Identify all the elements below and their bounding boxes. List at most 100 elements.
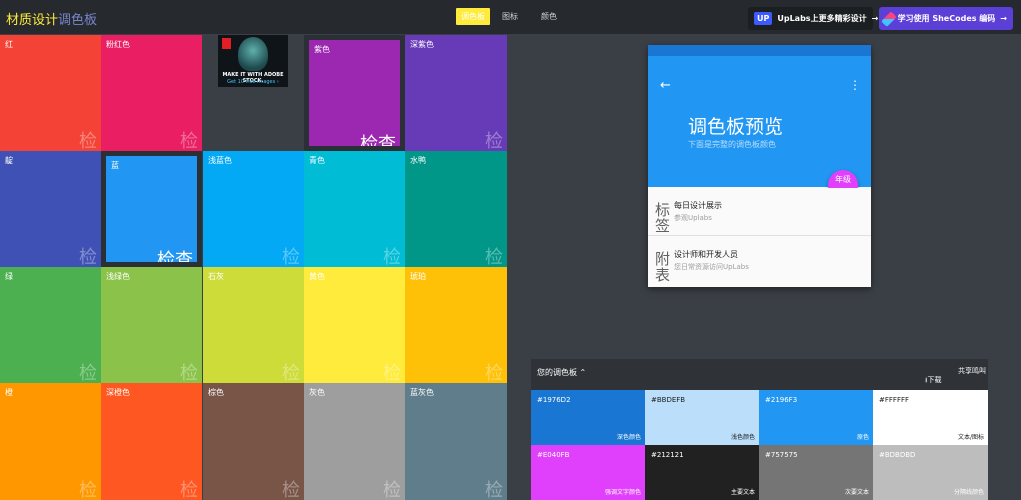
palette-swatch[interactable]: #757575 次要文本 — [759, 445, 873, 500]
color-tile[interactable]: 绿检 — [0, 267, 101, 383]
color-tile[interactable]: 石灰检 — [203, 267, 304, 383]
color-tile[interactable]: 灰色检 — [304, 383, 405, 500]
app-logo[interactable]: 材质设计调色板 — [6, 9, 97, 28]
swatch-hex: #212121 — [651, 451, 684, 459]
check-label: 检 — [180, 480, 198, 500]
palette-title-toggle[interactable]: 您的调色板 ⌃ — [537, 367, 586, 378]
color-tile[interactable]: 青色检 — [304, 151, 405, 267]
palette-swatch[interactable]: #E040FB 强调文字颜色 — [531, 445, 645, 500]
color-tile-label: 深紫色 — [410, 40, 434, 49]
download-label: 下载 — [927, 376, 942, 384]
color-tile-label: 粉红色 — [106, 40, 130, 49]
check-label: 检 — [485, 480, 503, 500]
back-arrow-icon: ← — [660, 78, 671, 93]
ad-portrait-image — [238, 37, 268, 71]
logo-part1: 材质设计 — [6, 13, 59, 28]
color-tile[interactable]: 浅绿色检 — [101, 267, 202, 383]
adobe-stock-ad[interactable]: MAKE IT WITH ADOBE STOCK. Get 10 free im… — [218, 35, 288, 87]
label-icon: 标签 — [655, 201, 671, 235]
list-item-title: 设计师和开发人员 — [674, 250, 738, 259]
color-tile[interactable]: 黄色检 — [304, 267, 405, 383]
palette-swatch[interactable]: #1976D2 深色颜色 — [531, 390, 645, 445]
nav-icons[interactable]: 图标 — [502, 11, 518, 22]
nav-colors[interactable]: 颜色 — [541, 11, 557, 22]
color-tile[interactable]: 棕色检 — [203, 383, 304, 500]
shecodes-promo-button[interactable]: 学习使用 SheCodes 编码 → — [879, 7, 1013, 30]
palette-swatch[interactable]: #212121 主要文本 — [645, 445, 759, 500]
palette-swatch[interactable]: #BBDEFB 浅色颜色 — [645, 390, 759, 445]
palette-panel-header: 您的调色板 ⌃ ⭳下载 共享鸣叫 — [531, 359, 988, 390]
nav-palette[interactable]: 调色板 — [456, 8, 490, 25]
check-label: 检 — [485, 247, 503, 267]
color-tile[interactable]: 蓝灰色检 — [405, 383, 507, 500]
color-tile[interactable]: 琥珀检 — [405, 267, 507, 383]
uplabs-promo-button[interactable]: UP UpLabs上更多精彩设计 → — [748, 7, 878, 30]
color-tile-label: 蓝 — [111, 161, 119, 170]
download-button[interactable]: ⭳下载 — [925, 375, 941, 387]
color-tile-label: 蓝灰色 — [410, 388, 434, 397]
color-tile-label: 黄色 — [309, 272, 325, 281]
adobe-logo-icon — [222, 38, 231, 49]
color-tile[interactable]: 水鸭检 — [405, 151, 507, 267]
swatch-role: 次要文本 — [844, 489, 869, 496]
phone-status-bar — [648, 45, 871, 56]
list-item-title: 每日设计展示 — [674, 201, 722, 210]
color-tile-label: 浅蓝色 — [208, 156, 232, 165]
check-label: 检查 — [157, 250, 193, 267]
shecodes-promo-text: 学习使用 SheCodes 编码 — [897, 14, 996, 23]
phone-app-bar: ← ⋮ 调色板预览 下面是完整的调色板颜色 — [648, 56, 871, 187]
palette-swatch[interactable]: #BDBDBD 分隔线颜色 — [873, 445, 988, 500]
logo-part2: 调色板 — [58, 13, 98, 28]
palette-swatch[interactable]: #FFFFFF 文本/图标 — [873, 390, 988, 445]
check-label: 检查 — [360, 134, 396, 151]
palette-title: 您的调色板 — [537, 368, 577, 377]
check-label: 检 — [79, 480, 97, 500]
color-tile[interactable]: 粉红色检 — [101, 35, 202, 151]
swatch-role: 深色颜色 — [616, 434, 641, 441]
check-label: 检 — [383, 363, 401, 383]
check-label: 检 — [79, 131, 97, 151]
shecodes-logo-icon — [881, 10, 897, 27]
check-label: 检 — [180, 363, 198, 383]
color-tile[interactable]: 红检 — [0, 35, 101, 151]
top-bar: 材质设计调色板 调色板 图标 颜色 UP UpLabs上更多精彩设计 → 学习使… — [0, 0, 1021, 34]
color-tile[interactable]: 深紫色检 — [405, 35, 507, 151]
swatch-hex: #BBDEFB — [651, 396, 686, 404]
swatch-role: 强调文字颜色 — [604, 489, 641, 496]
preview-list-item: 标签 每日设计展示 参观Uplabs — [648, 188, 871, 236]
check-label: 检 — [282, 247, 300, 267]
color-tile[interactable]: 浅蓝色检 — [203, 151, 304, 267]
color-tile-label: 深橙色 — [106, 388, 130, 397]
swatch-hex: #FFFFFF — [879, 396, 910, 404]
preview-subtitle: 下面是完整的调色板颜色 — [688, 140, 776, 149]
color-tile[interactable]: 靛检 — [0, 151, 101, 267]
ad-link: Get 10 free images › — [227, 79, 279, 85]
color-tile[interactable]: 橙检 — [0, 383, 101, 500]
color-tile[interactable]: 紫色 检查 — [304, 35, 405, 151]
swatch-hex: #1976D2 — [537, 396, 571, 404]
color-tile-label: 橙 — [5, 388, 13, 397]
color-tile-label: 靛 — [5, 156, 13, 165]
check-label: 检 — [282, 363, 300, 383]
chevron-up-icon: ⌃ — [579, 368, 587, 377]
color-tile-label: 青色 — [309, 156, 325, 165]
color-tile-label: 棕色 — [208, 388, 224, 397]
check-label: 检 — [383, 480, 401, 500]
swatch-role: 文本/图标 — [957, 434, 984, 441]
swatch-role: 浅色颜色 — [730, 434, 755, 441]
color-tile-label: 石灰 — [208, 272, 224, 281]
palette-swatch[interactable]: #2196F3 原色 — [759, 390, 873, 445]
color-tile-label: 灰色 — [309, 388, 325, 397]
share-tweet-button[interactable]: 共享鸣叫 — [958, 367, 986, 376]
color-tile[interactable]: 蓝检查 — [101, 151, 202, 267]
check-label: 检 — [485, 363, 503, 383]
check-label: 检 — [79, 247, 97, 267]
swatch-hex: #757575 — [765, 451, 798, 459]
color-tile-label: 浅绿色 — [106, 272, 130, 281]
check-label: 检 — [282, 480, 300, 500]
arrow-right-icon: → — [871, 14, 879, 23]
color-tile-label: 绿 — [5, 272, 13, 281]
preview-list-item: 附表 设计师和开发人员 您日常资源访问UpLabs — [648, 237, 871, 285]
color-tile[interactable]: 深橙色检 — [101, 383, 202, 500]
swatch-hex: #E040FB — [537, 451, 570, 459]
